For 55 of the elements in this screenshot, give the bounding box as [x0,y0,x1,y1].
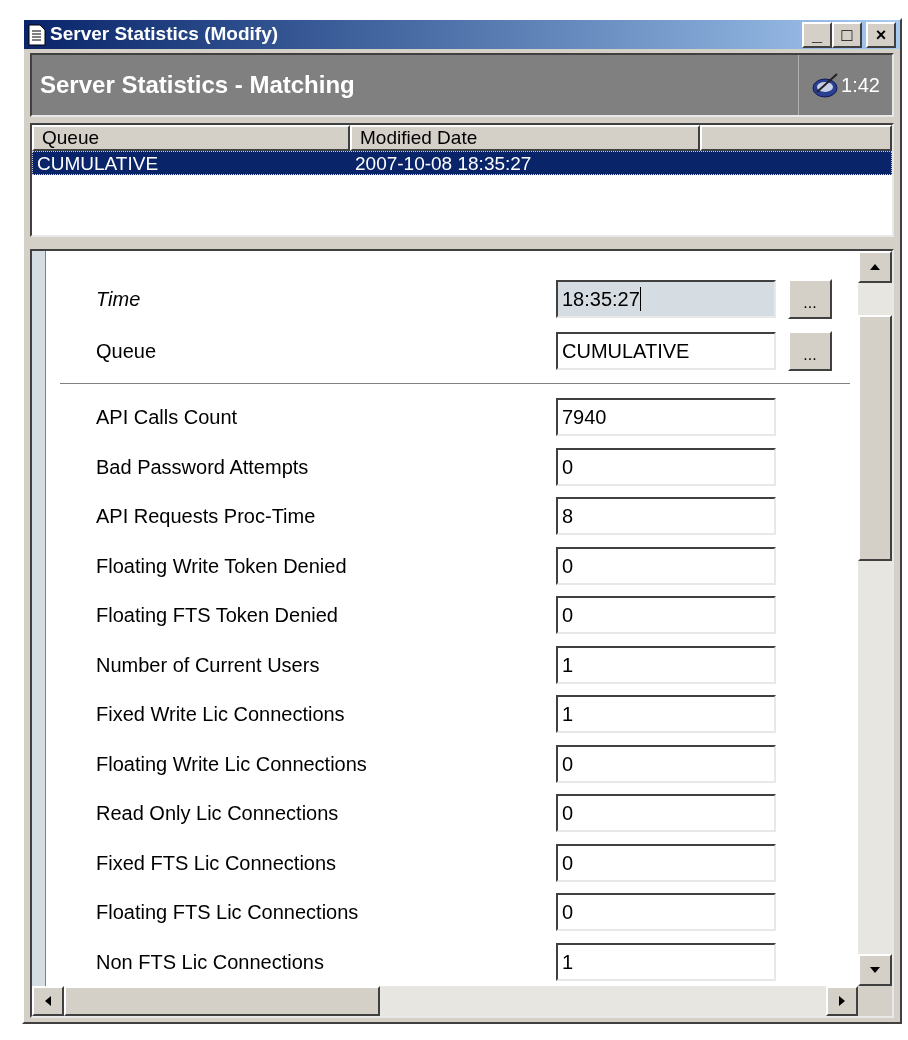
field-label: Time [96,288,141,311]
input-field[interactable]: 1 [556,942,776,981]
minimize-button[interactable]: _ [802,21,832,48]
vertical-scrollbar[interactable] [858,251,892,987]
left-arrow-icon [45,996,51,1007]
maximize-button[interactable]: □ [832,21,862,48]
input-field[interactable]: 0 [556,744,776,783]
up-arrow-icon [870,264,880,271]
horizontal-scrollbar[interactable] [32,986,892,1017]
field-label: API Requests Proc-Time [95,504,317,530]
field-label: Non FTS Lic Connections [95,949,325,975]
scroll-down-button[interactable] [858,954,892,987]
input-field[interactable]: 1 [556,695,776,734]
list-cell-text: CUMULATIVE [36,152,160,175]
scroll-left-button[interactable] [32,986,64,1017]
field-label: API Calls Count [95,405,239,431]
input-field[interactable]: 0 [556,596,776,635]
input-field[interactable]: CUMULATIVE [556,332,776,371]
clock-time: 1:42 [841,73,880,99]
field-label: Read Only Lic Connections [95,801,340,827]
field-label: Bad Password Attempts [95,454,310,480]
input-field[interactable]: 18:35:27 [556,280,776,319]
field-label: Floating FTS Lic Connections [95,900,360,926]
field-label: Floating FTS Token Denied [95,603,339,629]
header-title: Server Statistics - Matching [40,70,356,101]
browse-button[interactable]: ... [788,279,832,320]
field-label: Fixed FTS Lic Connections [95,850,338,876]
list-row[interactable]: CUMULATIVE 2007-10-08 18:35:27 [32,151,892,176]
document-icon [28,23,46,46]
column-header[interactable]: Modified Date [350,125,700,152]
input-field[interactable]: 0 [556,447,776,486]
field-label: Number of Current Users [95,652,321,678]
column-header[interactable]: Queue [32,125,350,152]
scroll-right-button[interactable] [826,986,858,1017]
scroll-thumb[interactable] [64,986,380,1017]
input-field[interactable]: 0 [556,794,776,833]
input-field[interactable]: 0 [556,843,776,882]
field-label: Floating Write Token Denied [95,553,348,579]
browse-button[interactable]: ... [788,331,832,372]
close-button[interactable]: × [866,21,896,48]
window-title: Server Statistics (Modify) [50,22,280,47]
input-field[interactable]: 1 [556,645,776,684]
scroll-up-button[interactable] [858,251,892,284]
resize-grip[interactable] [858,986,892,1017]
input-field[interactable]: 8 [556,497,776,536]
input-field[interactable]: 0 [556,546,776,585]
down-arrow-icon [870,967,880,974]
field-label: Floating Write Lic Connections [95,751,368,777]
scroll-thumb[interactable] [858,315,892,562]
field-label: Fixed Write Lic Connections [95,702,346,728]
input-field[interactable]: 0 [556,893,776,932]
field-label: Queue [96,340,157,363]
input-field[interactable]: 7940 [556,398,776,437]
list-cell-text: 2007-10-08 18:35:27 [354,152,533,175]
right-arrow-icon [839,996,845,1007]
